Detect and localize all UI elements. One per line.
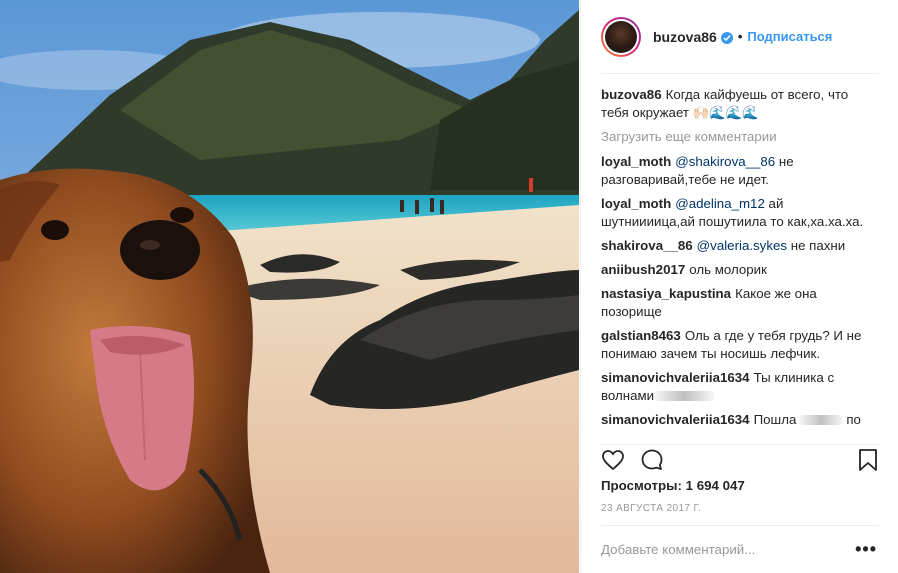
- comment-item: shakirova__86 @valeria.sykes не пахни: [601, 237, 879, 255]
- comment-username[interactable]: simanovichvaleriia1634: [601, 412, 750, 427]
- bookmark-icon[interactable]: [857, 448, 879, 475]
- comment-text: оль молорик: [689, 262, 767, 277]
- comment-item: galstian8463 Оль а где у тебя грудь? И не…: [601, 327, 879, 363]
- comment-text-after: по: [846, 412, 861, 427]
- comments-list: buzova86 Когда кайфуешь от всего, что теб…: [601, 86, 879, 434]
- views-label: Просмотры:: [601, 478, 682, 493]
- views-count[interactable]: Просмотры: 1 694 047: [601, 478, 745, 493]
- comment-username[interactable]: shakirova__86: [601, 238, 693, 253]
- blurred-text: [799, 415, 844, 426]
- comment-username[interactable]: aniibush2017: [601, 262, 685, 277]
- more-options-button[interactable]: •••: [855, 539, 877, 560]
- blurred-text: [654, 391, 715, 402]
- comment-item: nastasiya_kapustina Какое же она позорище: [601, 285, 879, 321]
- comment-mention[interactable]: @adelina_m12: [675, 196, 765, 211]
- comment-item: simanovichvaleriia1634 Ты клиника с волна…: [601, 369, 879, 405]
- follow-button[interactable]: Подписаться: [747, 29, 832, 44]
- post-header: buzova86 • Подписаться: [601, 14, 879, 74]
- comment-item: loyal_moth @shakirova__86 не разговаривай…: [601, 153, 879, 189]
- comment-mention[interactable]: @shakirova__86: [675, 154, 775, 169]
- comment-bubble-icon[interactable]: [640, 448, 664, 475]
- comment-item: aniibush2017 оль молорик: [601, 261, 879, 279]
- heart-icon[interactable]: [601, 448, 625, 475]
- header-username[interactable]: buzova86: [653, 29, 717, 45]
- photo-dog-on-beach: [0, 0, 579, 573]
- comment-item: simanovichvaleriia1634 Пошла по: [601, 411, 879, 429]
- post-sidebar: buzova86 • Подписаться buzova86 Когда кай…: [580, 0, 898, 573]
- comment-text: Пошла: [753, 412, 797, 427]
- verified-badge-icon: [720, 31, 733, 44]
- post-photo[interactable]: [0, 0, 579, 573]
- comment-username[interactable]: simanovichvaleriia1634: [601, 370, 750, 385]
- post-date[interactable]: 23 АВГУСТА 2017 Г.: [601, 503, 701, 514]
- caption-username[interactable]: buzova86: [601, 87, 662, 102]
- comment-mention[interactable]: @valeria.sykes: [697, 238, 787, 253]
- add-comment-input[interactable]: [601, 542, 831, 557]
- action-bar: [601, 444, 879, 474]
- views-number: 1 694 047: [685, 478, 745, 493]
- comment-item: loyal_moth @adelina_m12 ай шутниииица,ай …: [601, 195, 879, 231]
- comment-username[interactable]: loyal_moth: [601, 154, 671, 169]
- add-comment-row: •••: [601, 525, 879, 573]
- comment-username[interactable]: galstian8463: [601, 328, 681, 343]
- comment-text: не пахни: [787, 238, 846, 253]
- separator-dot: •: [737, 29, 743, 44]
- caption: buzova86 Когда кайфуешь от всего, что теб…: [601, 86, 879, 122]
- comment-username[interactable]: loyal_moth: [601, 196, 671, 211]
- comment-username[interactable]: nastasiya_kapustina: [601, 286, 731, 301]
- load-more-comments-link[interactable]: Загрузить еще комментарии: [601, 128, 879, 146]
- avatar[interactable]: [601, 16, 641, 57]
